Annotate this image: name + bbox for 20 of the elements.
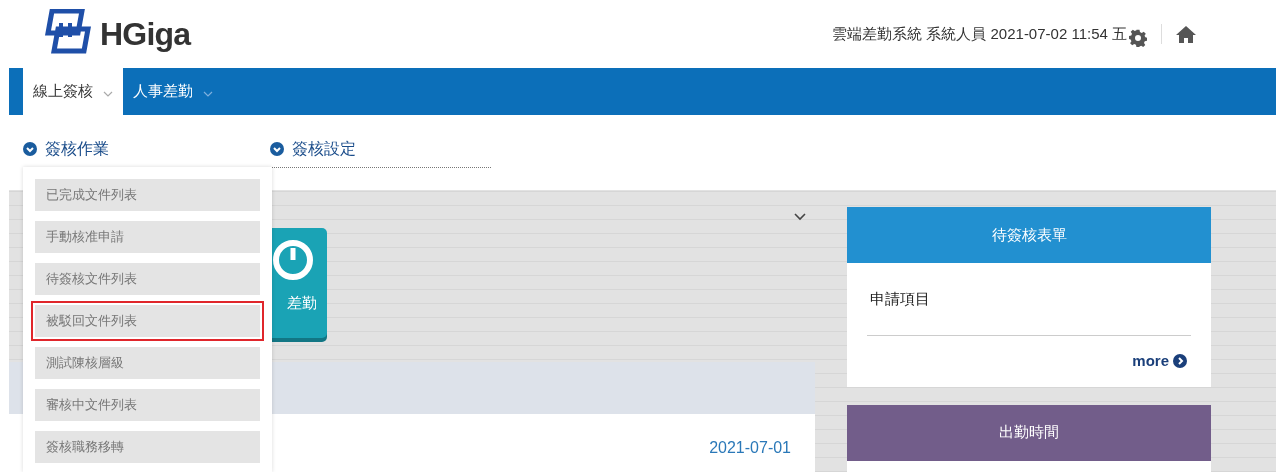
chevron-down-icon[interactable] xyxy=(794,213,806,221)
system-info: 雲端差勤系統 系統人員 2021-07-02 11:54 五 xyxy=(832,23,1127,44)
panel-header: 出勤時間 xyxy=(847,404,1211,461)
settings-icon[interactable] xyxy=(1129,29,1147,47)
panel-header: 待簽核表單 xyxy=(847,207,1211,263)
chevron-circle-down-icon xyxy=(270,142,284,156)
list-date: 2021-07-01 xyxy=(709,438,791,458)
chevron-circle-down-icon xyxy=(23,142,37,156)
chevron-down-icon xyxy=(203,90,213,97)
nav-tab[interactable]: 線上簽核 xyxy=(23,68,123,115)
section-toggle[interactable]: 簽核設定 xyxy=(270,137,491,168)
home-icon[interactable] xyxy=(1176,25,1196,43)
chevron-down-icon xyxy=(103,90,113,97)
brand-name: HGiga xyxy=(100,15,191,54)
more-link[interactable]: more xyxy=(1132,336,1191,387)
chevron-circle-right-icon xyxy=(1173,354,1187,369)
logo-icon xyxy=(42,9,94,55)
panel-row: 申請項目 xyxy=(867,263,1191,336)
nav-tab[interactable]: 人事差勤 xyxy=(123,68,223,115)
menu-item[interactable]: 被駁回文件列表 xyxy=(31,301,264,341)
